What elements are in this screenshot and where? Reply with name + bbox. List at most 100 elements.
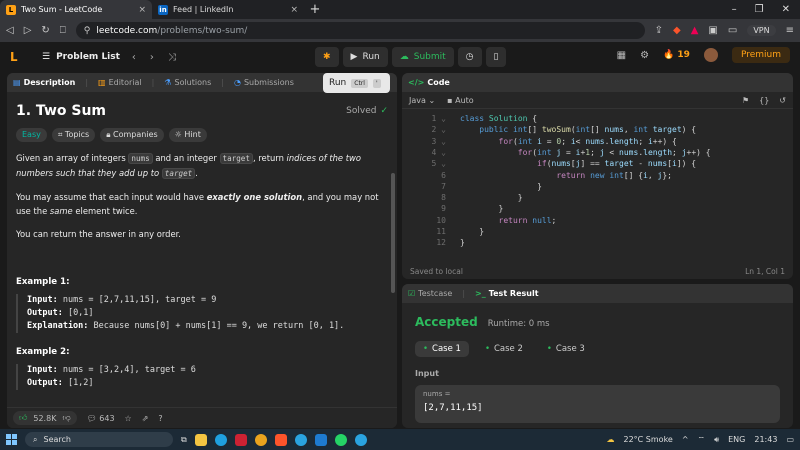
whatsapp-icon[interactable] <box>334 433 347 446</box>
difficulty-badge[interactable]: Easy <box>16 128 47 142</box>
layout-icon[interactable]: ▦ <box>617 50 626 61</box>
thumbs-up-icon[interactable]: 👍︎ <box>19 413 27 423</box>
clock[interactable]: 21:43 <box>754 435 777 444</box>
site-info-icon[interactable]: ⚲ <box>84 26 91 36</box>
sidebar-icon[interactable]: ▣ <box>708 25 717 36</box>
notes-button[interactable]: ▯ <box>485 47 507 67</box>
shuffle-icon[interactable]: ⤨ <box>168 52 176 63</box>
tab-solutions[interactable]: ⚗ Solutions <box>164 78 211 87</box>
tab-linkedin[interactable]: in Feed | LinkedIn × <box>152 0 304 19</box>
network-icon[interactable]: ⌔ <box>698 435 706 445</box>
vpn-button[interactable]: VPN <box>747 25 776 36</box>
star-icon[interactable]: ☆ <box>125 414 132 423</box>
vscode-icon[interactable] <box>314 433 327 446</box>
debug-button[interactable]: ✱ <box>315 47 339 67</box>
next-problem-icon[interactable]: › <box>150 52 154 63</box>
timer-button[interactable]: ◷ <box>457 47 482 67</box>
comment-button[interactable]: 💬︎ 643 <box>87 414 115 423</box>
inline-code: target <box>161 168 196 179</box>
weather-label[interactable]: 22°C Smoke <box>624 435 673 444</box>
avatar[interactable] <box>703 48 718 62</box>
wallet-icon[interactable]: ▭ <box>728 25 737 36</box>
case-tab-3[interactable]: • Case 3 <box>539 341 593 357</box>
close-icon[interactable]: × <box>290 5 298 15</box>
tab-description[interactable]: ▤ Description <box>13 78 75 87</box>
case-tab-2[interactable]: • Case 2 <box>477 341 531 357</box>
telegram-alt-icon[interactable] <box>354 433 367 446</box>
case-tab-1[interactable]: • Case 1 <box>415 341 469 357</box>
menu-icon[interactable]: ≡ <box>786 25 794 36</box>
browser-tab-bar: L Two Sum - LeetCode × in Feed | LinkedI… <box>0 0 800 19</box>
bookmark-icon[interactable]: ⎕ <box>60 25 66 36</box>
prev-problem-icon[interactable]: ‹ <box>132 52 136 63</box>
companies-chip[interactable]: 🔒︎ Companies <box>100 128 164 142</box>
close-icon[interactable]: × <box>138 5 146 15</box>
new-tab-button[interactable]: + <box>304 2 326 17</box>
tab-submissions[interactable]: ◔ Submissions <box>234 78 294 87</box>
line-number: 7 <box>441 181 446 191</box>
help-icon[interactable]: ? <box>158 414 162 423</box>
line-number: 3 ⌄ <box>431 136 446 146</box>
hint-chip[interactable]: ☼ Hint <box>168 128 207 142</box>
submit-button[interactable]: ☁ Submit <box>391 47 454 67</box>
notification-icon[interactable]: ▭ <box>786 435 794 444</box>
taskbar-search[interactable]: ⌕ Search <box>25 432 173 447</box>
reset-icon[interactable]: ↺ <box>779 96 786 105</box>
weather-icon[interactable]: ☁ <box>607 435 615 444</box>
run-shortcut-tooltip: Run Ctrl ' <box>323 73 390 93</box>
back-icon[interactable]: ◁ <box>6 25 14 36</box>
code-line: for(int j = i+1; j < nums.length; j++) { <box>517 147 711 157</box>
tab-testcase[interactable]: ☑ Testcase <box>408 289 452 298</box>
brave-icon[interactable] <box>274 433 287 446</box>
code-editor[interactable]: 1 ⌄ class Solution {2 ⌄ public int[] twoS… <box>402 109 793 262</box>
telegram-icon[interactable] <box>294 433 307 446</box>
example-value: nums = [2,7,11,15], target = 9 <box>57 295 217 305</box>
premium-button[interactable]: Premium <box>731 47 790 63</box>
reload-icon[interactable]: ↻ <box>41 25 49 36</box>
thumbs-down-icon[interactable]: 👎︎ <box>62 413 70 423</box>
problem-list-label: Problem List <box>56 52 120 62</box>
volume-icon[interactable]: 🔊︎ <box>714 435 719 445</box>
description-scrollbar[interactable] <box>391 173 395 293</box>
run-button[interactable]: ▶ Run <box>342 47 388 67</box>
solved-status: Solved ✓ <box>346 106 388 116</box>
runtime-label: Runtime: 0 ms <box>487 319 550 329</box>
tab-code[interactable]: </> Code <box>408 78 450 87</box>
braces-icon[interactable]: {} <box>759 96 769 105</box>
address-bar[interactable]: ⚲ leetcode.com/problems/two-sum/ <box>75 22 645 39</box>
cloud-upload-icon: ☁ <box>399 52 409 62</box>
language-select[interactable]: Java ⌄ <box>409 96 435 105</box>
minimize-icon[interactable]: – <box>732 4 737 15</box>
bookmark-icon[interactable]: ⚑ <box>742 96 749 105</box>
mode-toggle[interactable]: ▪ Auto <box>447 96 474 105</box>
share-icon[interactable]: ⇪ <box>655 25 663 36</box>
tray-chevron-icon[interactable]: ^ <box>682 435 689 444</box>
tab-test-result[interactable]: >_ Test Result <box>475 289 539 298</box>
rewards-icon[interactable]: ▲ <box>691 25 699 36</box>
streak-count: 19 <box>677 50 690 60</box>
streak-counter[interactable]: 🔥 19 <box>663 50 690 60</box>
settings-icon[interactable]: ⚙ <box>640 50 649 61</box>
chrome-icon[interactable] <box>254 433 267 446</box>
store-icon[interactable] <box>234 433 247 446</box>
leetcode-logo-icon[interactable]: ᒪ <box>10 50 24 64</box>
language-indicator[interactable]: ENG <box>728 435 745 444</box>
tab-leetcode[interactable]: L Two Sum - LeetCode × <box>0 0 152 19</box>
share-icon[interactable]: ⇗ <box>142 414 149 423</box>
edge-icon[interactable] <box>214 433 227 446</box>
checkbox-icon: ☑ <box>408 289 416 298</box>
problem-title[interactable]: 1. Two Sum <box>16 103 106 119</box>
topics-chip[interactable]: ⌗ Topics <box>51 128 96 142</box>
maximize-icon[interactable]: ❐ <box>755 4 764 15</box>
emphasis-text: same <box>49 206 73 216</box>
file-explorer-icon[interactable] <box>194 433 207 446</box>
task-view-icon[interactable]: ⧉ <box>181 435 187 445</box>
tab-editorial[interactable]: ▥ Editorial <box>98 78 142 87</box>
brave-shield-icon[interactable]: ◆ <box>673 25 681 36</box>
windows-start-icon[interactable] <box>6 434 17 445</box>
search-icon: ⌕ <box>33 434 38 444</box>
forward-icon[interactable]: ▷ <box>24 25 32 36</box>
close-window-icon[interactable]: ✕ <box>782 4 790 15</box>
problem-list-button[interactable]: ☰ Problem List <box>42 52 120 62</box>
